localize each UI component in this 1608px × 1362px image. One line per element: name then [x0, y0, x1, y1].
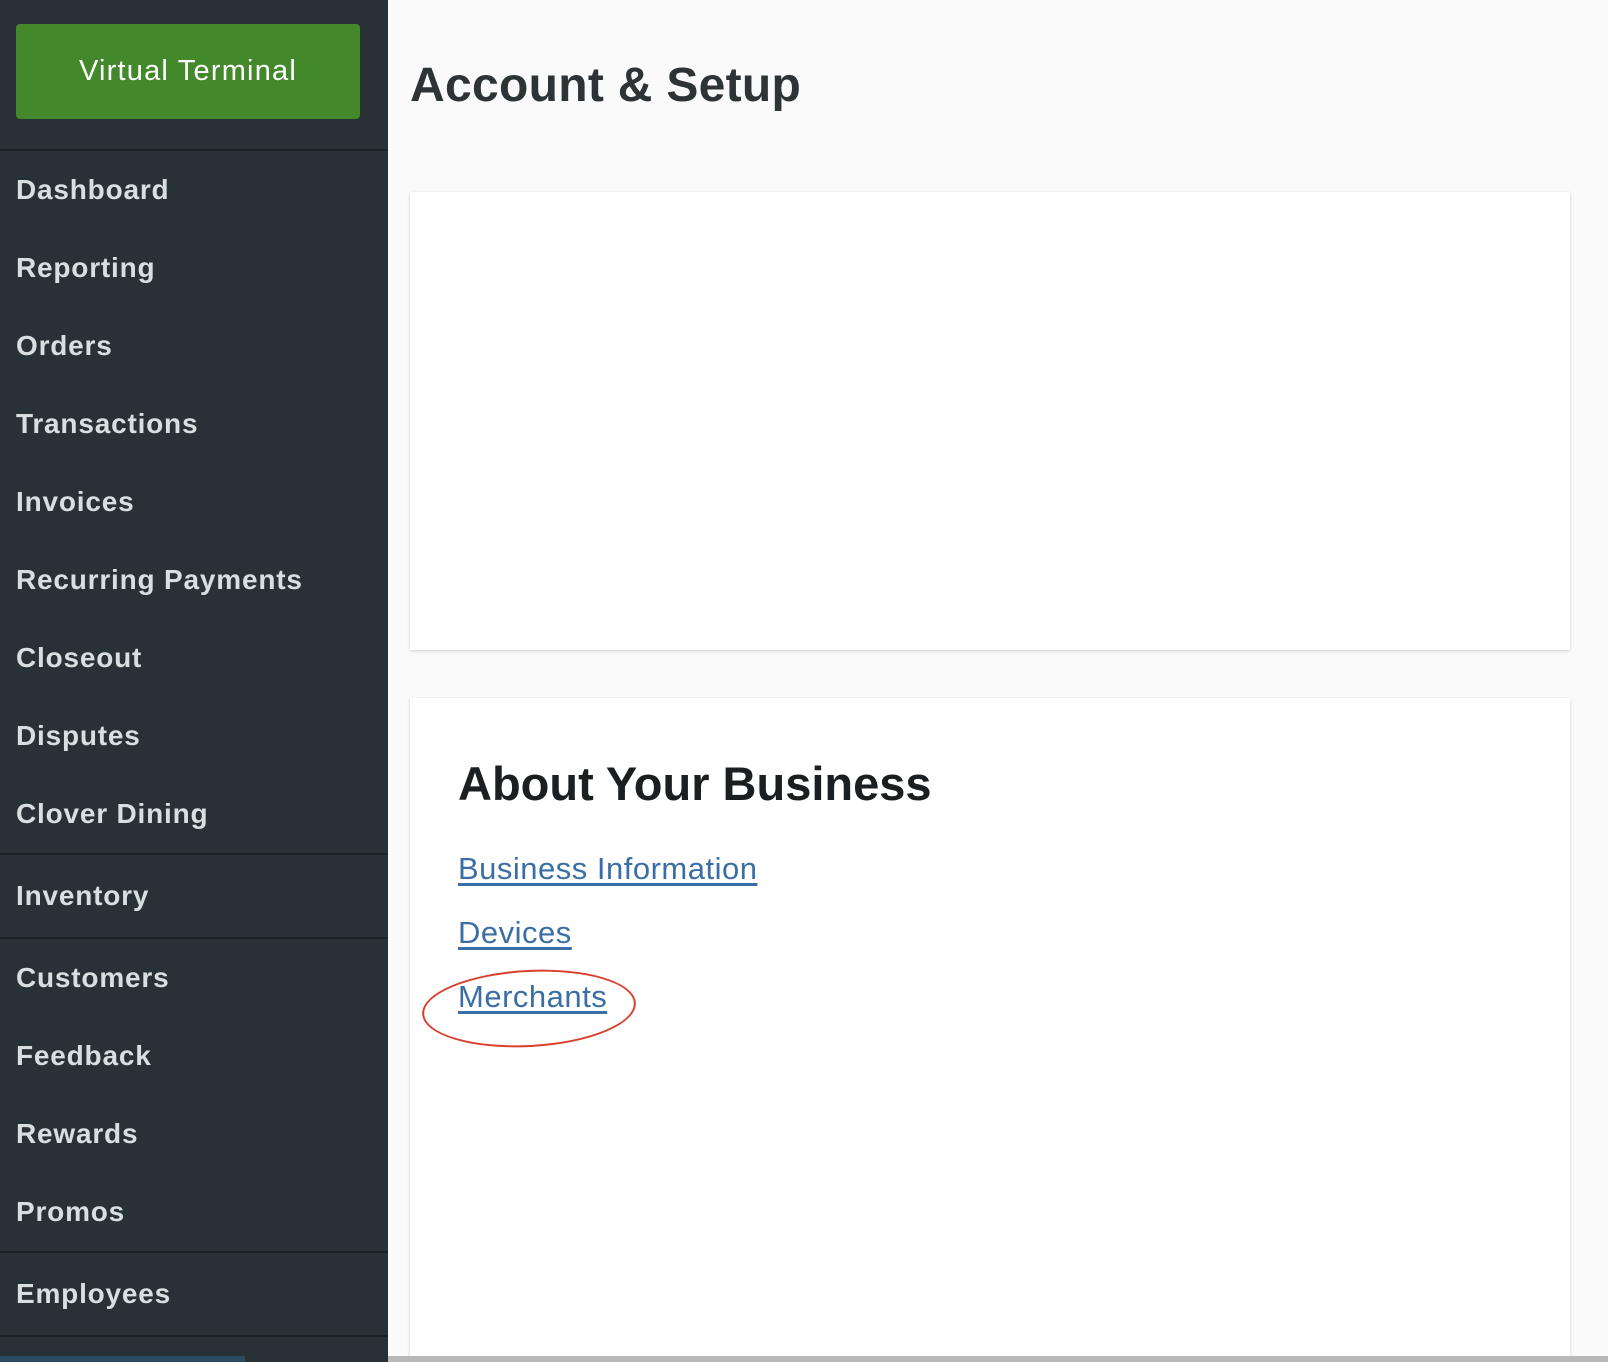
virtual-terminal-wrap: Virtual Terminal: [0, 0, 388, 151]
page-title: Account & Setup: [410, 59, 802, 112]
sidebar-item-promos[interactable]: Promos: [0, 1173, 388, 1251]
sidebar-item-dashboard[interactable]: Dashboard: [0, 151, 388, 229]
sidebar-item-rewards[interactable]: Rewards: [0, 1095, 388, 1173]
business-information-link[interactable]: Business Information: [458, 851, 757, 887]
about-business-title: About Your Business: [458, 757, 932, 810]
sidebar-item-invoices[interactable]: Invoices: [0, 463, 388, 541]
nav-group-customers: Customers Feedback Rewards Promos: [0, 939, 388, 1253]
devices-link[interactable]: Devices: [458, 915, 572, 951]
sidebar-item-inventory[interactable]: Inventory: [0, 855, 388, 937]
nav-group-inventory: Inventory: [0, 855, 388, 939]
virtual-terminal-button[interactable]: Virtual Terminal: [16, 24, 360, 119]
about-business-card: About Your Business Business Information…: [410, 698, 1570, 1362]
sidebar: Virtual Terminal Dashboard Reporting Ord…: [0, 0, 388, 1362]
sidebar-item-clover-dining[interactable]: Clover Dining: [0, 775, 388, 853]
empty-card: [410, 192, 1570, 650]
sidebar-item-reporting[interactable]: Reporting: [0, 229, 388, 307]
nav-group-employees: Employees: [0, 1253, 388, 1337]
nav-group-main: Dashboard Reporting Orders Transactions …: [0, 151, 388, 855]
main-content: Account & Setup About Your Business Busi…: [388, 0, 1608, 1362]
bottom-scrollbar[interactable]: [388, 1356, 1608, 1362]
sidebar-item-transactions[interactable]: Transactions: [0, 385, 388, 463]
sidebar-item-closeout[interactable]: Closeout: [0, 619, 388, 697]
sidebar-item-orders[interactable]: Orders: [0, 307, 388, 385]
merchants-link[interactable]: Merchants: [458, 979, 607, 1015]
sidebar-item-recurring-payments[interactable]: Recurring Payments: [0, 541, 388, 619]
sidebar-item-feedback[interactable]: Feedback: [0, 1017, 388, 1095]
sidebar-item-disputes[interactable]: Disputes: [0, 697, 388, 775]
sidebar-bottom-accent: [0, 1356, 245, 1362]
sidebar-item-customers[interactable]: Customers: [0, 939, 388, 1017]
sidebar-item-employees[interactable]: Employees: [0, 1253, 388, 1335]
